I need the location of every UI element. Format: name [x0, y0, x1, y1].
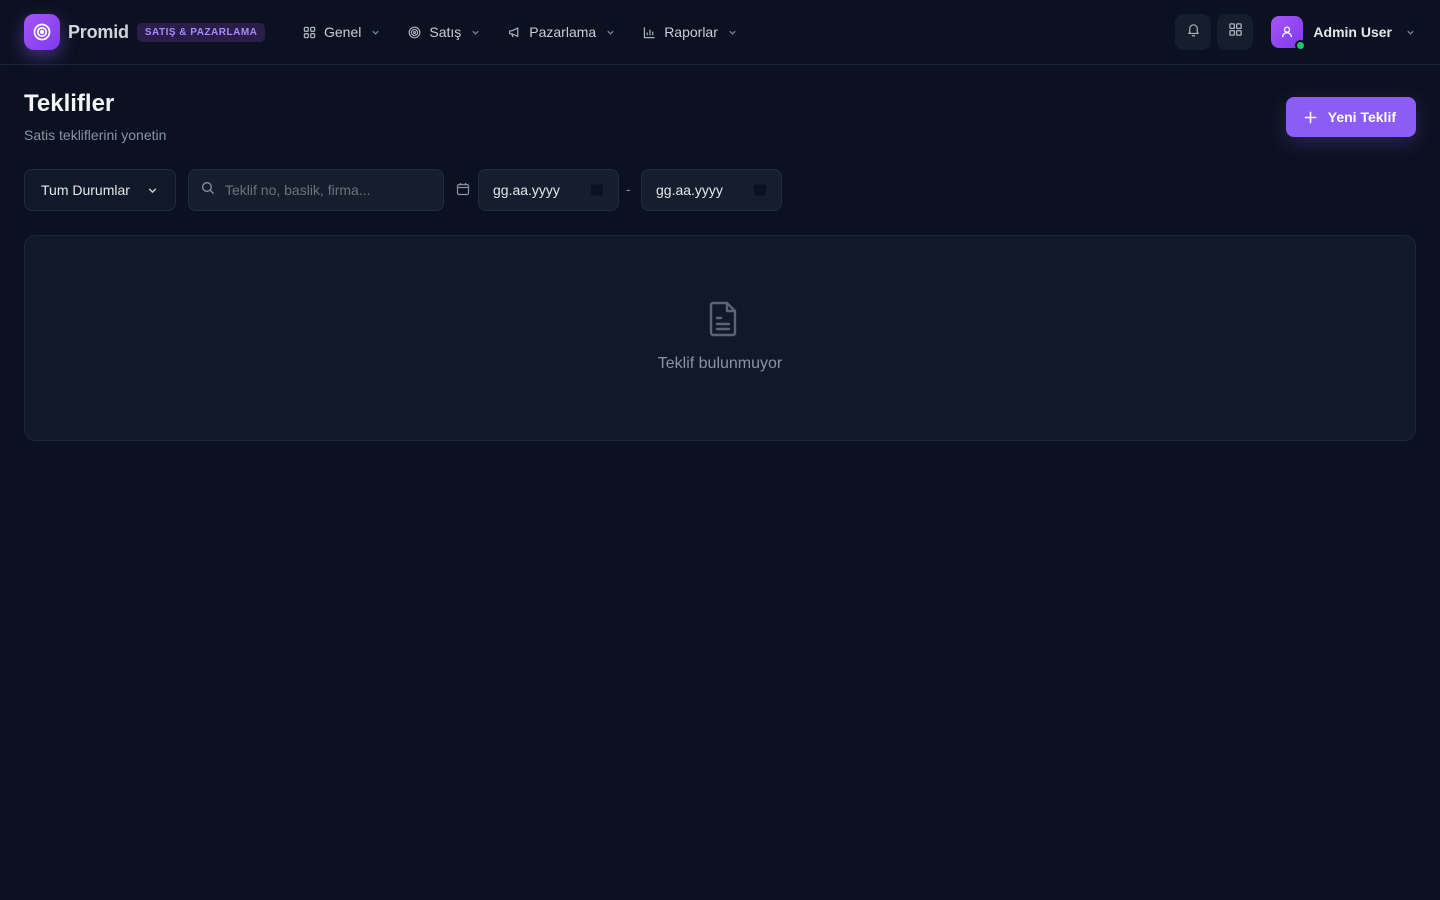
- empty-state-message: Teklif bulunmuyor: [657, 355, 783, 372]
- notifications-button[interactable]: [1175, 14, 1212, 50]
- grid-icon: [302, 25, 316, 39]
- search-field[interactable]: [188, 169, 444, 211]
- nav-label: Satış: [429, 24, 462, 40]
- search-input[interactable]: [225, 182, 425, 198]
- date-separator: -: [626, 181, 631, 197]
- nav-label: Pazarlama: [529, 24, 597, 40]
- chevron-down-icon: [147, 184, 159, 196]
- nav-item-pazarlama[interactable]: Pazarlama: [497, 18, 626, 46]
- apps-grid-icon: [1228, 22, 1243, 42]
- brand-name: Promid: [68, 21, 129, 42]
- main-nav: Genel Satış Pazarlama Raporlar: [292, 18, 754, 46]
- logo-target-icon: [24, 14, 60, 50]
- user-menu[interactable]: Admin User: [1271, 16, 1416, 51]
- chevron-down-icon: [728, 27, 738, 37]
- nav-item-raporlar[interactable]: Raporlar: [632, 18, 748, 46]
- document-icon: [703, 299, 743, 339]
- bar-chart-icon: [642, 25, 656, 39]
- brand[interactable]: Promid SATIŞ & PAZARLAMA: [24, 14, 266, 50]
- new-offer-button[interactable]: Yeni Teklif: [1285, 97, 1416, 137]
- top-navbar: Promid SATIŞ & PAZARLAMA Genel Satış Paz…: [0, 0, 1440, 65]
- top-right-actions: Admin User: [1169, 14, 1416, 51]
- brand-badge: SATIŞ & PAZARLAMA: [136, 22, 266, 42]
- status-filter-value: Tum Durumlar: [41, 182, 130, 198]
- chevron-down-icon: [471, 27, 481, 37]
- megaphone-icon: [507, 25, 521, 39]
- status-filter-select[interactable]: Tum Durumlar: [24, 169, 176, 211]
- page-subtitle: Satis tekliflerini yonetin: [24, 127, 167, 143]
- chevron-down-icon: [1406, 27, 1416, 37]
- new-offer-label: Yeni Teklif: [1327, 109, 1396, 125]
- offers-list-empty-state: Teklif bulunmuyor: [24, 235, 1416, 441]
- chevron-down-icon: [606, 27, 616, 37]
- date-to-value: gg.aa.yyyy: [656, 182, 723, 198]
- nav-label: Genel: [324, 24, 362, 40]
- page-title: Teklifler: [24, 90, 115, 117]
- date-picker-icon[interactable]: [591, 184, 604, 197]
- apps-button[interactable]: [1217, 14, 1254, 50]
- online-status-dot: [1295, 40, 1307, 51]
- user-name: Admin User: [1313, 24, 1392, 40]
- target-icon: [407, 25, 421, 39]
- calendar-icon: [456, 182, 470, 196]
- nav-item-genel[interactable]: Genel: [292, 18, 391, 46]
- bell-icon: [1186, 22, 1201, 42]
- plus-icon: [1304, 110, 1318, 124]
- date-from-input[interactable]: gg.aa.yyyy: [478, 169, 619, 211]
- user-icon: [1282, 26, 1293, 38]
- nav-item-satis[interactable]: Satış: [397, 18, 491, 46]
- date-from-value: gg.aa.yyyy: [493, 182, 560, 198]
- date-to-input[interactable]: gg.aa.yyyy: [641, 169, 782, 211]
- nav-label: Raporlar: [664, 24, 718, 40]
- chevron-down-icon: [371, 27, 381, 37]
- date-picker-icon[interactable]: [754, 184, 767, 197]
- avatar: [1271, 16, 1307, 51]
- search-icon: [201, 181, 215, 200]
